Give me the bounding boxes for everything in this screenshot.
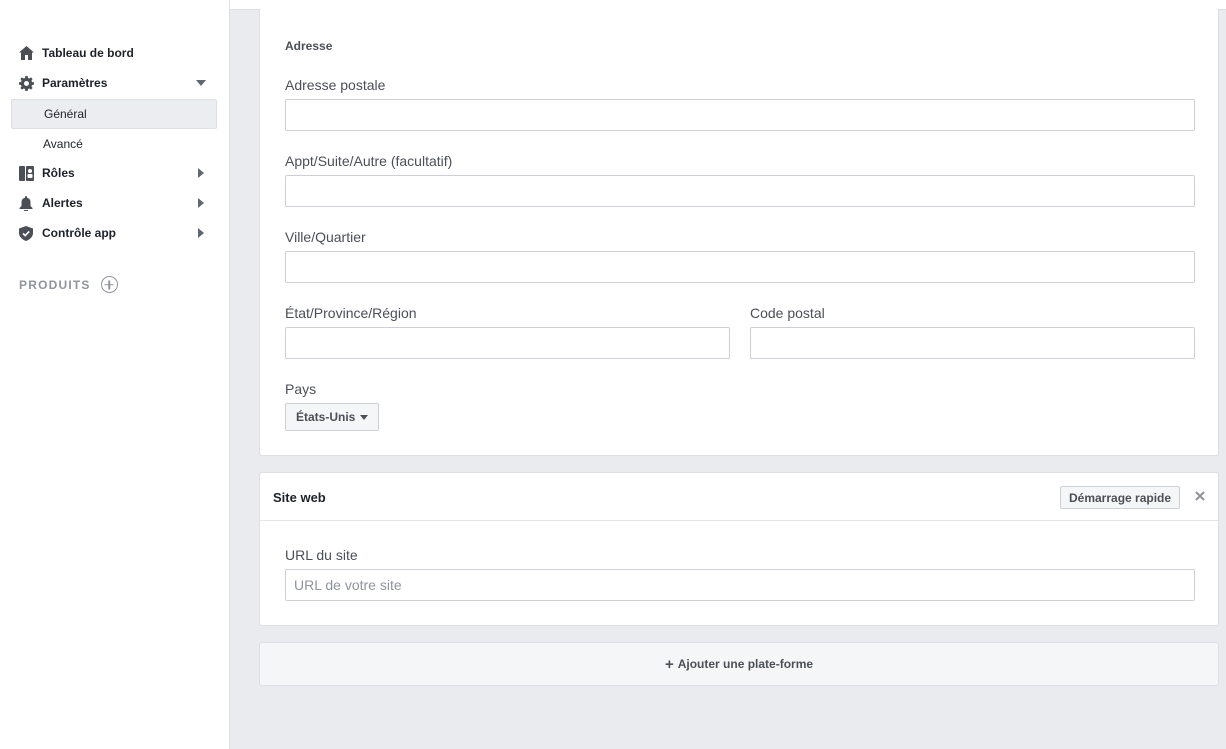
sidebar-item-label: Rôles bbox=[42, 166, 75, 180]
quick-start-button[interactable]: Démarrage rapide bbox=[1060, 486, 1181, 509]
close-icon[interactable] bbox=[1193, 489, 1207, 503]
sidebar-item-label: Contrôle app bbox=[42, 226, 116, 240]
site-url-input[interactable] bbox=[285, 569, 1195, 601]
country-select[interactable]: États-Unis bbox=[285, 403, 380, 431]
chevron-right-icon bbox=[193, 225, 209, 241]
sidebar-item-label: Alertes bbox=[42, 196, 83, 210]
website-card-header: Site web Démarrage rapide bbox=[260, 473, 1218, 521]
chevron-right-icon bbox=[193, 165, 209, 181]
products-label: PRODUITS bbox=[19, 277, 91, 292]
home-icon bbox=[18, 45, 34, 61]
sidebar-subitem-advanced[interactable]: Avancé bbox=[11, 129, 217, 159]
sidebar-item-roles[interactable]: Rôles bbox=[11, 158, 217, 188]
chevron-down-icon bbox=[193, 75, 209, 91]
state-input[interactable] bbox=[285, 327, 730, 359]
caret-down-icon bbox=[360, 414, 369, 420]
country-value: États-Unis bbox=[296, 410, 356, 424]
gear-icon bbox=[18, 75, 34, 91]
sidebar-subitem-label: Avancé bbox=[43, 137, 83, 151]
apt-label: Appt/Suite/Autre (facultatif) bbox=[285, 153, 453, 169]
street-input[interactable] bbox=[285, 99, 1195, 131]
address-title: Adresse bbox=[285, 39, 333, 53]
add-product-icon[interactable] bbox=[100, 276, 118, 293]
sidebar-item-dashboard[interactable]: Tableau de bord bbox=[11, 38, 217, 68]
country-label: Pays bbox=[285, 381, 317, 397]
address-card: Adresse Adresse postale Appt/Suite/Autre… bbox=[259, 8, 1219, 456]
add-platform-button[interactable]: + Ajouter une plate-forme bbox=[259, 642, 1219, 686]
street-label: Adresse postale bbox=[285, 77, 386, 93]
zip-input[interactable] bbox=[750, 327, 1195, 359]
sidebar-item-app-control[interactable]: Contrôle app bbox=[11, 218, 217, 248]
products-section: PRODUITS bbox=[19, 276, 118, 293]
sidebar-subitem-general[interactable]: Général bbox=[11, 99, 217, 129]
bell-icon bbox=[18, 195, 34, 211]
sidebar-item-alerts[interactable]: Alertes bbox=[11, 188, 217, 218]
add-platform-label: Ajouter une plate-forme bbox=[677, 657, 814, 671]
sidebar: Tableau de bord Paramètres Général Avanc… bbox=[0, 0, 230, 749]
sidebar-item-label: Tableau de bord bbox=[42, 46, 134, 60]
city-input[interactable] bbox=[285, 251, 1195, 283]
apt-input[interactable] bbox=[285, 175, 1195, 207]
shield-icon bbox=[18, 225, 34, 241]
sidebar-item-settings[interactable]: Paramètres bbox=[11, 68, 217, 98]
state-label: État/Province/Région bbox=[285, 305, 417, 321]
sidebar-item-label: Paramètres bbox=[42, 76, 108, 90]
website-title: Site web bbox=[273, 490, 326, 505]
sidebar-subitem-label: Général bbox=[44, 107, 87, 121]
chevron-right-icon bbox=[193, 195, 209, 211]
website-card: Site web Démarrage rapide URL du site bbox=[259, 472, 1219, 626]
plus-icon: + bbox=[664, 655, 674, 673]
roles-icon bbox=[18, 165, 34, 181]
city-label: Ville/Quartier bbox=[285, 229, 366, 245]
site-url-label: URL du site bbox=[285, 547, 358, 563]
zip-label: Code postal bbox=[750, 305, 825, 321]
